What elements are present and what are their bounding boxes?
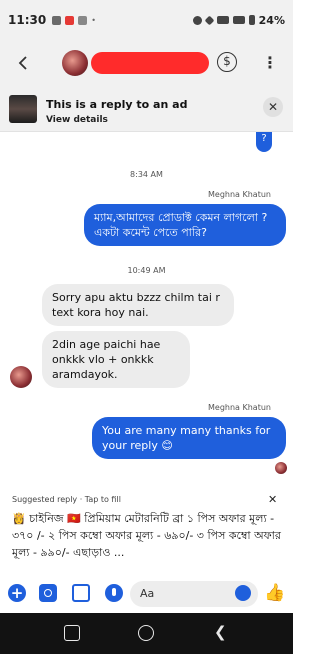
emoji-icon[interactable]	[235, 585, 251, 601]
status-time: 11:30	[8, 13, 47, 27]
sender-name: Meghna Khatun	[208, 403, 271, 412]
system-nav-bar: ❮	[0, 613, 293, 654]
message-list[interactable]: ? 8:34 AM Meghna Khatun ম্যাম,আমাদের প্র…	[0, 132, 293, 487]
like-icon[interactable]: 👍	[264, 583, 285, 603]
status-bar: 11:30 • 24%	[0, 0, 293, 40]
chevron-left-icon[interactable]	[14, 51, 34, 75]
alarm-icon	[192, 15, 202, 25]
notification-icon	[52, 15, 62, 25]
signal-icon	[216, 16, 229, 24]
incoming-message[interactable]: 2din age paichi hae onkkk vlo + onkkk ar…	[42, 331, 190, 388]
more-vertical-icon[interactable]: ⋮	[262, 51, 278, 75]
microphone-icon[interactable]	[105, 584, 123, 602]
outgoing-message-partial[interactable]: ?	[256, 132, 272, 152]
app-notification-icon	[65, 15, 75, 25]
dollar-circle-icon[interactable]: $	[217, 52, 237, 72]
recent-apps-icon[interactable]	[64, 625, 80, 641]
incoming-message[interactable]: Sorry apu aktu bzzz chilm tai r text kor…	[42, 284, 234, 326]
image-icon[interactable]	[72, 584, 90, 602]
close-icon[interactable]: ✕	[263, 97, 283, 117]
battery-percent: 24%	[258, 13, 285, 27]
timestamp: 8:34 AM	[130, 170, 163, 179]
battery-icon	[248, 15, 255, 25]
outgoing-message[interactable]: ম্যাম,আমাদের প্রোডাক্ট কেমন লাগলো ?একটা …	[84, 204, 286, 246]
sender-name: Meghna Khatun	[208, 190, 271, 199]
file-icon	[78, 15, 88, 25]
contact-avatar[interactable]	[62, 50, 88, 76]
ad-reply-banner[interactable]: This is a reply to an ad View details ✕	[0, 86, 293, 132]
plus-icon[interactable]: +	[8, 584, 26, 602]
message-composer: + Aa 👍	[0, 575, 293, 613]
close-icon[interactable]: ✕	[268, 493, 277, 506]
view-details-link[interactable]: View details	[46, 115, 108, 125]
signal-icon-2	[232, 16, 245, 24]
ad-banner-title: This is a reply to an ad	[46, 98, 188, 111]
wifi-icon	[204, 15, 215, 25]
outgoing-message[interactable]: You are many many thanks for your reply …	[92, 417, 286, 459]
suggested-reply-panel[interactable]: Suggested reply · Tap to fill ✕ 👸 চাইনিজ…	[0, 487, 293, 575]
chat-header: $ ⋮	[0, 40, 293, 86]
contact-name-redacted[interactable]	[91, 52, 209, 74]
suggested-reply-label: Suggested reply · Tap to fill	[12, 495, 121, 504]
dot-icon: •	[91, 15, 96, 25]
suggested-reply-text[interactable]: 👸 চাইনিজ 🇻🇳 প্রিমিয়াম মেটারনিটি ব্রা ১ …	[12, 510, 286, 564]
back-icon[interactable]: ❮	[214, 624, 230, 640]
contact-avatar-small[interactable]	[10, 366, 32, 388]
camera-icon[interactable]	[39, 584, 57, 602]
home-icon[interactable]	[138, 625, 154, 641]
ad-thumbnail[interactable]	[9, 95, 37, 123]
seen-avatar	[275, 462, 287, 474]
timestamp: 10:49 AM	[127, 266, 166, 275]
